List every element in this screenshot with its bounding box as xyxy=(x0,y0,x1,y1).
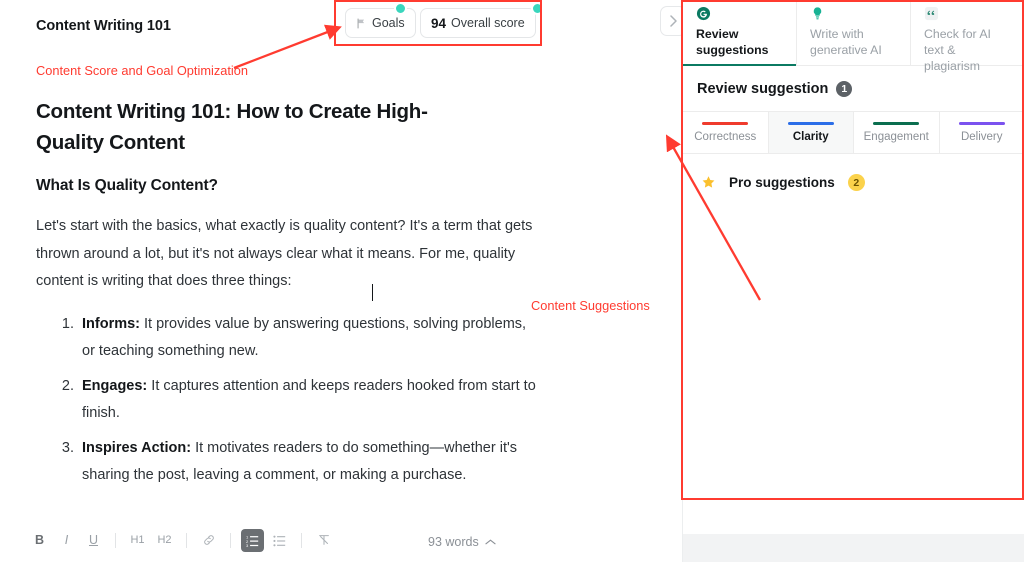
list-item-text: It provides value by answering questions… xyxy=(82,315,527,359)
link-icon xyxy=(203,535,214,545)
italic-button[interactable]: I xyxy=(55,529,78,552)
bold-button[interactable]: B xyxy=(28,529,51,552)
word-count[interactable]: 93 words xyxy=(428,535,496,549)
annotation-arrow-score xyxy=(233,24,342,70)
article-numbered-list: Informs: It provides value by answering … xyxy=(36,311,536,489)
bullet-list-icon xyxy=(273,535,286,546)
heading-1-button[interactable]: H1 xyxy=(126,529,149,552)
numbered-list-icon: 1 2 3 xyxy=(246,534,259,547)
svg-text:3: 3 xyxy=(246,543,249,547)
numbered-list-button[interactable]: 1 2 3 xyxy=(241,528,264,552)
toolbar-divider xyxy=(115,532,116,548)
article-paragraph: Let's start with the basics, what exactl… xyxy=(36,218,533,289)
list-item-text: It captures attention and keeps readers … xyxy=(82,377,536,421)
list-item-term: Engages: xyxy=(82,377,148,394)
chevron-up-icon xyxy=(485,539,496,545)
heading-2-button[interactable]: H2 xyxy=(153,529,176,552)
list-item: Engages: It captures attention and keeps… xyxy=(78,373,536,427)
formatting-toolbar: B I U H1 H2 1 2 3 xyxy=(0,518,681,562)
annotation-label-score: Content Score and Goal Optimization xyxy=(36,63,248,78)
annotation-box-score xyxy=(334,0,542,46)
article-body[interactable]: Content Writing 101: How to Create High-… xyxy=(36,96,556,497)
clear-format-button[interactable] xyxy=(312,529,335,552)
list-item-term: Informs: xyxy=(82,315,140,332)
toolbar-divider xyxy=(230,532,231,548)
list-item-term: Inspires Action: xyxy=(82,439,192,456)
document-title[interactable]: Content Writing 101 xyxy=(36,18,171,34)
underline-button[interactable]: U xyxy=(82,529,105,552)
toolbar-divider xyxy=(301,532,302,548)
list-item: Inspires Action: It motivates readers to… xyxy=(78,435,536,489)
clear-format-icon xyxy=(318,535,329,545)
sidebar-footer-bar xyxy=(682,534,1024,562)
article-heading-1: Content Writing 101: How to Create High-… xyxy=(36,100,428,154)
annotation-arrow-sidebar xyxy=(665,134,761,301)
annotation-label-sidebar: Content Suggestions xyxy=(531,298,650,313)
list-item: Informs: It provides value by answering … xyxy=(78,311,536,365)
word-count-label: 93 words xyxy=(428,535,479,549)
chevron-right-icon xyxy=(669,15,677,27)
article-heading-2: What Is Quality Content? xyxy=(36,177,218,194)
editor-pane: Content Writing 101 Goals 94 Overall sco… xyxy=(0,0,686,562)
app-root: Content Writing 101 Goals 94 Overall sco… xyxy=(0,0,1024,562)
text-cursor xyxy=(372,284,373,301)
toolbar-divider xyxy=(186,532,187,548)
link-button[interactable] xyxy=(197,529,220,552)
bullet-list-button[interactable] xyxy=(268,529,291,552)
